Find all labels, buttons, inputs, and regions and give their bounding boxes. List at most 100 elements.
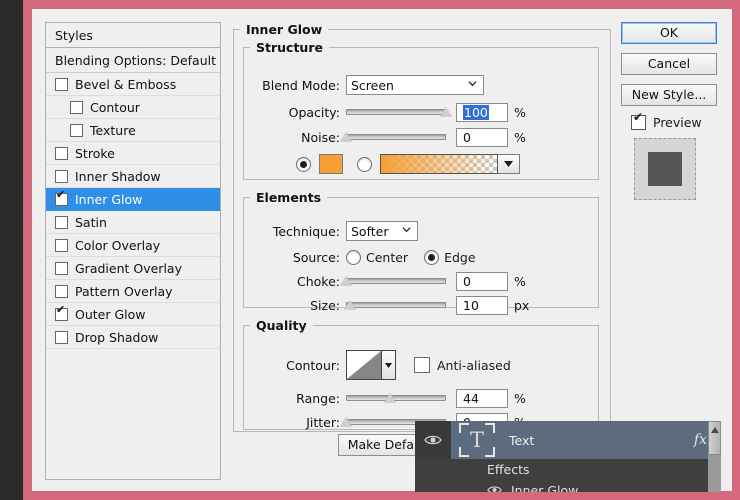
style-checkbox[interactable] (55, 170, 68, 183)
blending-options-row[interactable]: Blending Options: Default (46, 48, 220, 73)
range-slider-track (346, 395, 446, 401)
effects-label: Effects (487, 462, 530, 477)
opacity-value: 100 (463, 105, 489, 120)
opacity-input[interactable]: 100 (456, 103, 508, 122)
noise-slider-thumb[interactable] (340, 132, 352, 142)
preview-checkbox[interactable] (631, 115, 646, 130)
opacity-slider[interactable] (346, 105, 446, 119)
cancel-button[interactable]: Cancel (621, 53, 717, 75)
quality-title: Quality (250, 318, 313, 333)
style-item-texture[interactable]: Texture (46, 119, 220, 142)
inner-glow-title: Inner Glow (240, 22, 328, 37)
style-item-color-overlay[interactable]: Color Overlay (46, 234, 220, 257)
quality-group: Quality Contour: Anti-aliased Ra (243, 318, 599, 430)
style-item-drop-shadow[interactable]: Drop Shadow (46, 326, 220, 349)
style-checkbox[interactable] (55, 216, 68, 229)
noise-input[interactable]: 0 (456, 128, 508, 147)
style-item-stroke[interactable]: Stroke (46, 142, 220, 165)
choke-label: Choke: (252, 274, 340, 289)
fx-icon[interactable]: fx (694, 432, 707, 448)
caret-down-icon (385, 363, 392, 368)
style-checkbox[interactable] (70, 124, 83, 137)
contour-dropdown-button[interactable] (382, 350, 396, 380)
layer-effect-inner-glow-row[interactable]: Inner Glow (415, 480, 721, 492)
preview-label: Preview (653, 115, 702, 130)
style-item-bevel-emboss[interactable]: Bevel & Emboss (46, 73, 220, 96)
new-style-button[interactable]: New Style... (621, 84, 717, 106)
style-checkbox[interactable] (55, 262, 68, 275)
layer-effects-row[interactable]: Effects (415, 459, 721, 480)
source-edge-radio[interactable] (424, 250, 439, 265)
layers-scrollbar[interactable] (708, 421, 721, 492)
style-item-label: Contour (90, 96, 220, 119)
jitter-label: Jitter: (252, 415, 340, 430)
style-item-gradient-overlay[interactable]: Gradient Overlay (46, 257, 220, 280)
caret-down-icon (504, 161, 513, 167)
blend-mode-label: Blend Mode: (252, 78, 340, 93)
noise-label: Noise: (252, 130, 340, 145)
styles-list-panel: Styles Blending Options: Default Bevel &… (45, 22, 221, 480)
style-item-label: Texture (90, 119, 220, 142)
ok-button[interactable]: OK (621, 22, 717, 44)
eye-icon (487, 485, 502, 492)
contour-curve-icon (347, 351, 381, 379)
size-slider-thumb[interactable] (344, 300, 356, 310)
source-center-radio[interactable] (346, 250, 361, 265)
style-item-satin[interactable]: Satin (46, 211, 220, 234)
style-checkbox[interactable] (55, 239, 68, 252)
scroll-up-arrow-icon[interactable] (711, 427, 719, 433)
anti-aliased-checkbox[interactable] (414, 357, 430, 373)
effect-visibility-toggle[interactable] (487, 485, 502, 492)
choke-input[interactable]: 0 (456, 272, 508, 291)
elements-title: Elements (250, 190, 327, 205)
effect-name: Inner Glow (511, 483, 578, 493)
dialog-buttons: OK Cancel New Style... Preview (621, 22, 721, 200)
style-item-inner-shadow[interactable]: Inner Shadow (46, 165, 220, 188)
choke-unit: % (514, 274, 526, 289)
style-checkbox[interactable] (55, 147, 68, 160)
source-center-label: Center (366, 250, 408, 265)
fill-color-radio[interactable] (296, 157, 311, 172)
style-item-contour[interactable]: Contour (46, 96, 220, 119)
layer-row-text[interactable]: T Text fx (415, 421, 721, 459)
style-item-label: Drop Shadow (75, 326, 220, 349)
styles-item-container: Bevel & EmbossContourTextureStrokeInner … (46, 73, 220, 349)
style-item-outer-glow[interactable]: Outer Glow (46, 303, 220, 326)
range-input[interactable]: 44 (456, 389, 508, 408)
glow-color-swatch[interactable] (319, 154, 343, 174)
opacity-slider-thumb[interactable] (440, 107, 452, 117)
style-checkbox[interactable] (70, 101, 83, 114)
style-checkbox[interactable] (55, 78, 68, 91)
source-label: Source: (252, 250, 340, 265)
choke-slider[interactable] (346, 274, 446, 288)
layer-name: Text (509, 433, 534, 448)
style-checkbox[interactable] (55, 193, 68, 206)
style-item-pattern-overlay[interactable]: Pattern Overlay (46, 280, 220, 303)
choke-slider-thumb[interactable] (340, 276, 352, 286)
size-slider-track (346, 302, 446, 308)
range-slider-thumb[interactable] (384, 393, 396, 403)
layer-thumbnail: T (459, 423, 495, 457)
fill-gradient-radio[interactable] (357, 157, 372, 172)
noise-unit: % (514, 130, 526, 145)
gradient-dropdown-button[interactable] (498, 154, 520, 174)
technique-select[interactable]: SofterPrecise (346, 221, 418, 241)
layer-style-dialog: Styles Blending Options: Default Bevel &… (32, 9, 732, 491)
glow-gradient-preview[interactable] (380, 154, 498, 174)
blend-mode-select[interactable]: NormalDissolveScreenMultiplyOverlaySoft … (346, 75, 484, 95)
style-item-label: Inner Shadow (75, 165, 220, 188)
size-slider[interactable] (346, 298, 446, 312)
range-slider[interactable] (346, 391, 446, 405)
jitter-slider-thumb[interactable] (340, 417, 352, 427)
size-input[interactable]: 10 (456, 296, 508, 315)
style-checkbox[interactable] (55, 331, 68, 344)
structure-title: Structure (250, 40, 329, 55)
style-item-inner-glow[interactable]: Inner Glow (46, 188, 220, 211)
noise-slider[interactable] (346, 130, 446, 144)
contour-preview[interactable] (346, 350, 382, 380)
style-checkbox[interactable] (55, 308, 68, 321)
elements-group: Elements Technique: SofterPrecise Source… (243, 190, 599, 308)
style-checkbox[interactable] (55, 285, 68, 298)
preview-toggle[interactable]: Preview (631, 115, 721, 130)
layer-visibility-toggle[interactable] (415, 421, 451, 459)
